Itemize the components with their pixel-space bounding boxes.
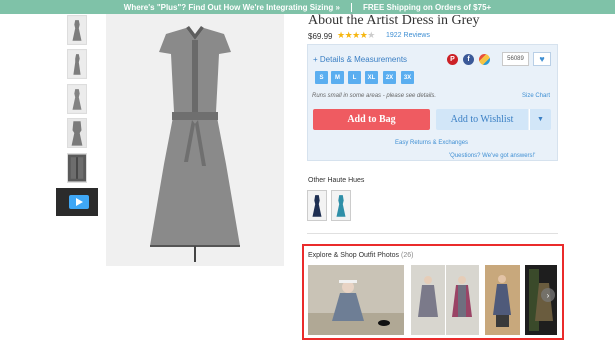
gallery-thumb-side[interactable] <box>67 49 87 79</box>
play-icon[interactable] <box>69 195 89 209</box>
section-divider <box>307 233 558 234</box>
gallery-thumb-detail[interactable] <box>67 118 87 148</box>
add-to-bag-button[interactable]: Add to Bag <box>313 109 430 130</box>
outfit-photos-title: Explore & Shop Outfit Photos <box>308 252 400 259</box>
main-product-image[interactable] <box>106 14 284 266</box>
reviews-link[interactable]: 1922 Reviews <box>386 32 430 39</box>
add-to-wishlist-button[interactable]: Add to Wishlist <box>436 109 528 130</box>
details-measurements-toggle[interactable]: + Details & Measurements <box>313 55 407 64</box>
favorite-count: 56089 <box>502 52 529 66</box>
other-hues-heading: Other Haute Hues <box>308 177 365 184</box>
outfit-photo-2[interactable] <box>411 265 479 335</box>
free-shipping-text: FREE Shipping on Orders of $75+ <box>362 2 492 12</box>
size-option-s[interactable]: S <box>315 71 328 84</box>
promo-banner[interactable]: Where's "Plus"? Find Out How We're Integ… <box>0 0 615 14</box>
pinterest-icon[interactable]: P <box>447 54 458 65</box>
questions-link[interactable]: 'Questions? We've got answers!' <box>449 153 535 159</box>
chevron-right-icon[interactable]: › <box>541 288 555 302</box>
outfit-photo-1[interactable] <box>308 265 404 335</box>
gallery-thumb-front[interactable] <box>67 15 87 45</box>
star-icon: ★★★★ <box>337 30 368 40</box>
facebook-icon[interactable]: f <box>463 54 474 65</box>
size-option-l[interactable]: L <box>348 71 361 84</box>
rating-stars: ★★★★★ <box>337 30 375 41</box>
size-option-xl[interactable]: XL <box>365 71 378 84</box>
outfit-photos-count: (26) <box>401 252 414 259</box>
chevron-down-icon[interactable]: ▼ <box>529 109 551 130</box>
plus-sizing-link[interactable]: Where's "Plus"? Find Out How We're Integ… <box>124 3 340 12</box>
product-price: $69.99 <box>308 32 333 41</box>
heart-icon[interactable]: ♥ <box>533 52 551 66</box>
size-option-2x[interactable]: 2X <box>383 71 396 84</box>
promo-divider <box>350 2 352 12</box>
video-thumbnail[interactable] <box>56 188 98 216</box>
size-option-3x[interactable]: 3X <box>401 71 414 84</box>
hue-swatch-navy[interactable] <box>307 190 327 221</box>
gallery-thumb-back[interactable] <box>67 84 87 114</box>
hue-swatch-teal[interactable] <box>331 190 351 221</box>
outfit-photo-3[interactable] <box>485 265 520 335</box>
polyvore-icon[interactable] <box>479 54 490 65</box>
size-chart-link[interactable]: Size Chart <box>522 93 550 99</box>
fit-note: Runs small in some areas - please see de… <box>312 93 437 99</box>
star-empty-icon: ★ <box>367 30 375 40</box>
product-title: About the Artist Dress in Grey <box>308 13 480 28</box>
returns-link[interactable]: Easy Returns & Exchanges <box>395 140 468 146</box>
gallery-thumb-closeup[interactable] <box>67 153 87 183</box>
size-option-m[interactable]: M <box>331 71 344 84</box>
outfit-photos-heading: Explore & Shop Outfit Photos (26) <box>308 252 413 259</box>
